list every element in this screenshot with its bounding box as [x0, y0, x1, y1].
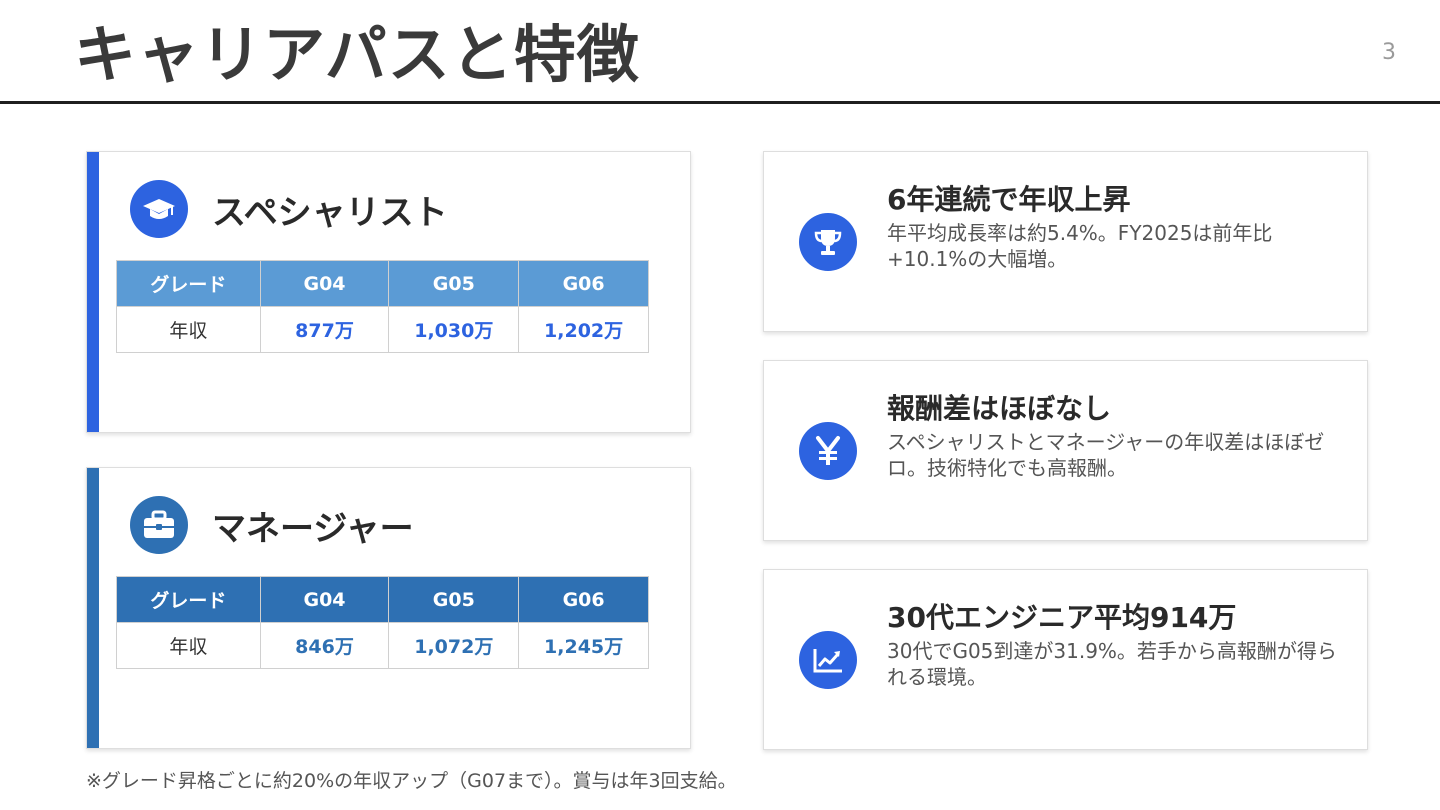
feature-card-pay-gap: 報酬差はほぼなし スペシャリストとマネージャーの年収差はほぼゼロ。技術特化でも高… [763, 360, 1368, 541]
card-header: スペシャリスト [130, 180, 448, 238]
table-header: G05 [388, 260, 520, 307]
table-row: 年収 877万 1,030万 1,202万 [116, 306, 649, 353]
salary-value: 846万 [259, 622, 390, 669]
table-header: グレード [116, 260, 261, 307]
manager-card: マネージャー グレード G04 G05 G06 年収 846万 1,072万 1… [86, 467, 691, 749]
table-header: G05 [388, 576, 520, 623]
table-header: G04 [259, 260, 390, 307]
slide-title: キャリアパスと特徴 [74, 18, 640, 91]
salary-value: 877万 [259, 306, 390, 353]
page-number: 3 [1382, 40, 1396, 65]
table-header: グレード [116, 576, 261, 623]
feature-description: 年平均成長率は約5.4%。FY2025は前年比+10.1%の大幅増。 [887, 221, 1273, 271]
footnote: ※グレード昇格ごとに約20%の年収アップ（G07まで）。賞与は年3回支給。 [86, 770, 737, 792]
grade-salary-table: グレード G04 G05 G06 年収 846万 1,072万 1,245万 [116, 576, 649, 669]
table-header-row: グレード G04 G05 G06 [116, 260, 649, 307]
graduation-cap-icon [130, 180, 188, 238]
card-header: マネージャー [130, 496, 414, 554]
yen-icon [799, 422, 857, 480]
card-accent-bar [87, 152, 99, 432]
row-label: 年収 [116, 306, 261, 353]
table-row: 年収 846万 1,072万 1,245万 [116, 622, 649, 669]
briefcase-icon [130, 496, 188, 554]
feature-description: スペシャリストとマネージャーの年収差はほぼゼロ。技術特化でも高報酬。 [887, 430, 1325, 480]
title-divider [0, 101, 1440, 104]
table-header: G04 [259, 576, 390, 623]
salary-value: 1,245万 [518, 622, 649, 669]
card-title: スペシャリスト [212, 192, 448, 233]
feature-card-salary-growth: 6年連続で年収上昇 年平均成長率は約5.4%。FY2025は前年比+10.1%の… [763, 151, 1368, 332]
table-header-row: グレード G04 G05 G06 [116, 576, 649, 623]
feature-title: 6年連続で年収上昇 [887, 183, 1131, 216]
salary-value: 1,202万 [518, 306, 649, 353]
row-label: 年収 [116, 622, 261, 669]
card-title: マネージャー [212, 508, 414, 549]
table-header: G06 [518, 260, 649, 307]
salary-value: 1,072万 [388, 622, 520, 669]
feature-title: 30代エンジニア平均914万 [887, 601, 1237, 634]
trophy-icon [799, 213, 857, 271]
salary-value: 1,030万 [388, 306, 520, 353]
feature-title: 報酬差はほぼなし [887, 392, 1112, 425]
trend-chart-icon [799, 631, 857, 689]
specialist-card: スペシャリスト グレード G04 G05 G06 年収 877万 1,030万 … [86, 151, 691, 433]
card-accent-bar [87, 468, 99, 748]
feature-description: 30代でG05到達が31.9%。若手から高報酬が得られる環境。 [887, 639, 1337, 689]
feature-card-30s-average: 30代エンジニア平均914万 30代でG05到達が31.9%。若手から高報酬が得… [763, 569, 1368, 750]
grade-salary-table: グレード G04 G05 G06 年収 877万 1,030万 1,202万 [116, 260, 649, 353]
table-header: G06 [518, 576, 649, 623]
